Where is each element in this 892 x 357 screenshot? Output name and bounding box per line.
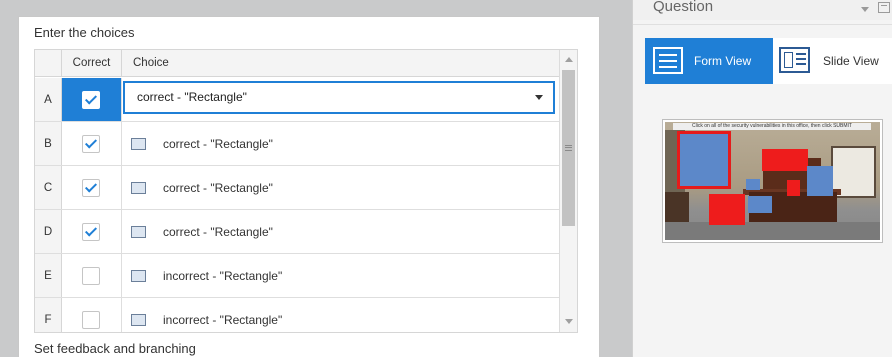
header-correct: Correct (62, 50, 122, 77)
rectangle-shape-icon (131, 138, 146, 150)
choices-panel: Enter the choices Correct Choice A corre… (18, 16, 600, 357)
form-view-label: Form View (694, 54, 752, 68)
scrollbar-thumb[interactable] (562, 70, 575, 226)
correct-checkbox[interactable] (82, 223, 100, 241)
thumbnail-caption: Click on all of the security vulnerabili… (673, 123, 871, 130)
correct-checkbox[interactable] (82, 179, 100, 197)
correct-cell (62, 298, 122, 332)
choice-dropdown-value: correct - "Rectangle" (137, 90, 247, 104)
choice-text: correct - "Rectangle" (163, 181, 273, 195)
question-panel-header: Question (633, 0, 892, 20)
chevron-down-icon[interactable] (535, 95, 543, 100)
grid-scrollbar[interactable] (559, 50, 577, 332)
section-title-feedback[interactable]: Set feedback and branching (34, 341, 196, 356)
hotspot-rectangle (746, 179, 760, 190)
correct-cell (62, 210, 122, 253)
choices-grid: Correct Choice A correct - "Rectangle" B… (34, 49, 578, 333)
scroll-down-icon[interactable] (565, 319, 573, 324)
correct-cell (62, 78, 122, 121)
hotspot-rectangle (677, 131, 731, 189)
hotspot-rectangle (748, 196, 772, 213)
rectangle-shape-icon (131, 270, 146, 282)
header-choice: Choice (133, 57, 169, 69)
choice-dropdown[interactable]: correct - "Rectangle" (123, 81, 555, 114)
check-icon (84, 224, 98, 237)
check-icon (84, 180, 98, 193)
table-row-b[interactable]: B correct - "Rectangle" (35, 122, 559, 166)
check-icon (84, 136, 98, 149)
choice-cell[interactable]: correct - "Rectangle" (123, 122, 559, 165)
choice-text: correct - "Rectangle" (163, 137, 273, 151)
slide-view-label: Slide View (823, 54, 879, 68)
table-row-f[interactable]: F incorrect - "Rectangle" (35, 298, 559, 332)
form-view-button[interactable]: Form View (645, 38, 773, 84)
row-letter: A (35, 78, 62, 121)
choice-text: incorrect - "Rectangle" (163, 269, 283, 283)
row-letter: C (35, 166, 62, 209)
panel-title: Question (653, 0, 714, 15)
correct-cell (62, 254, 122, 297)
choice-cell[interactable]: correct - "Rectangle" (123, 210, 559, 253)
choice-text: incorrect - "Rectangle" (163, 313, 283, 327)
check-icon (84, 92, 98, 105)
table-row-d[interactable]: D correct - "Rectangle" (35, 210, 559, 254)
section-title-choices: Enter the choices (34, 25, 135, 40)
correct-checkbox[interactable] (82, 267, 100, 285)
rectangle-shape-icon (131, 314, 146, 326)
hotspot-rectangle (787, 180, 800, 196)
panel-menu-icon[interactable] (861, 7, 869, 12)
choice-cell[interactable]: incorrect - "Rectangle" (123, 254, 559, 297)
slide-view-button[interactable]: Slide View (773, 38, 892, 84)
correct-checkbox[interactable] (82, 135, 100, 153)
hotspot-rectangle (709, 194, 745, 225)
row-letter: B (35, 122, 62, 165)
rectangle-shape-icon (131, 182, 146, 194)
table-row-a[interactable]: A correct - "Rectangle" (35, 78, 559, 122)
hotspot-rectangle (807, 166, 833, 196)
hotspot-rectangle (762, 149, 808, 171)
row-letter: D (35, 210, 62, 253)
correct-cell (62, 122, 122, 165)
grip-icon (565, 145, 572, 151)
choice-cell[interactable]: correct - "Rectangle" (123, 166, 559, 209)
slide-view-icon (779, 47, 810, 73)
table-row-e[interactable]: E incorrect - "Rectangle" (35, 254, 559, 298)
question-panel: Question Form View Slide View Click on a… (632, 0, 892, 357)
form-view-icon (653, 47, 683, 74)
slide-thumbnail[interactable]: Click on all of the security vulnerabili… (662, 119, 883, 243)
scroll-up-icon[interactable] (565, 57, 573, 62)
panel-dock-icon[interactable] (878, 2, 890, 13)
divider (633, 24, 892, 25)
rectangle-shape-icon (131, 226, 146, 238)
row-letter: F (35, 298, 62, 332)
choice-cell[interactable]: incorrect - "Rectangle" (123, 298, 559, 332)
correct-checkbox[interactable] (82, 311, 100, 329)
header-letter-cell (35, 50, 62, 77)
correct-checkbox[interactable] (82, 91, 100, 109)
office-scene-image: Click on all of the security vulnerabili… (665, 122, 880, 240)
table-row-c[interactable]: C correct - "Rectangle" (35, 166, 559, 210)
choice-text: correct - "Rectangle" (163, 225, 273, 239)
correct-cell (62, 166, 122, 209)
grid-header: Correct Choice (35, 50, 559, 77)
row-letter: E (35, 254, 62, 297)
